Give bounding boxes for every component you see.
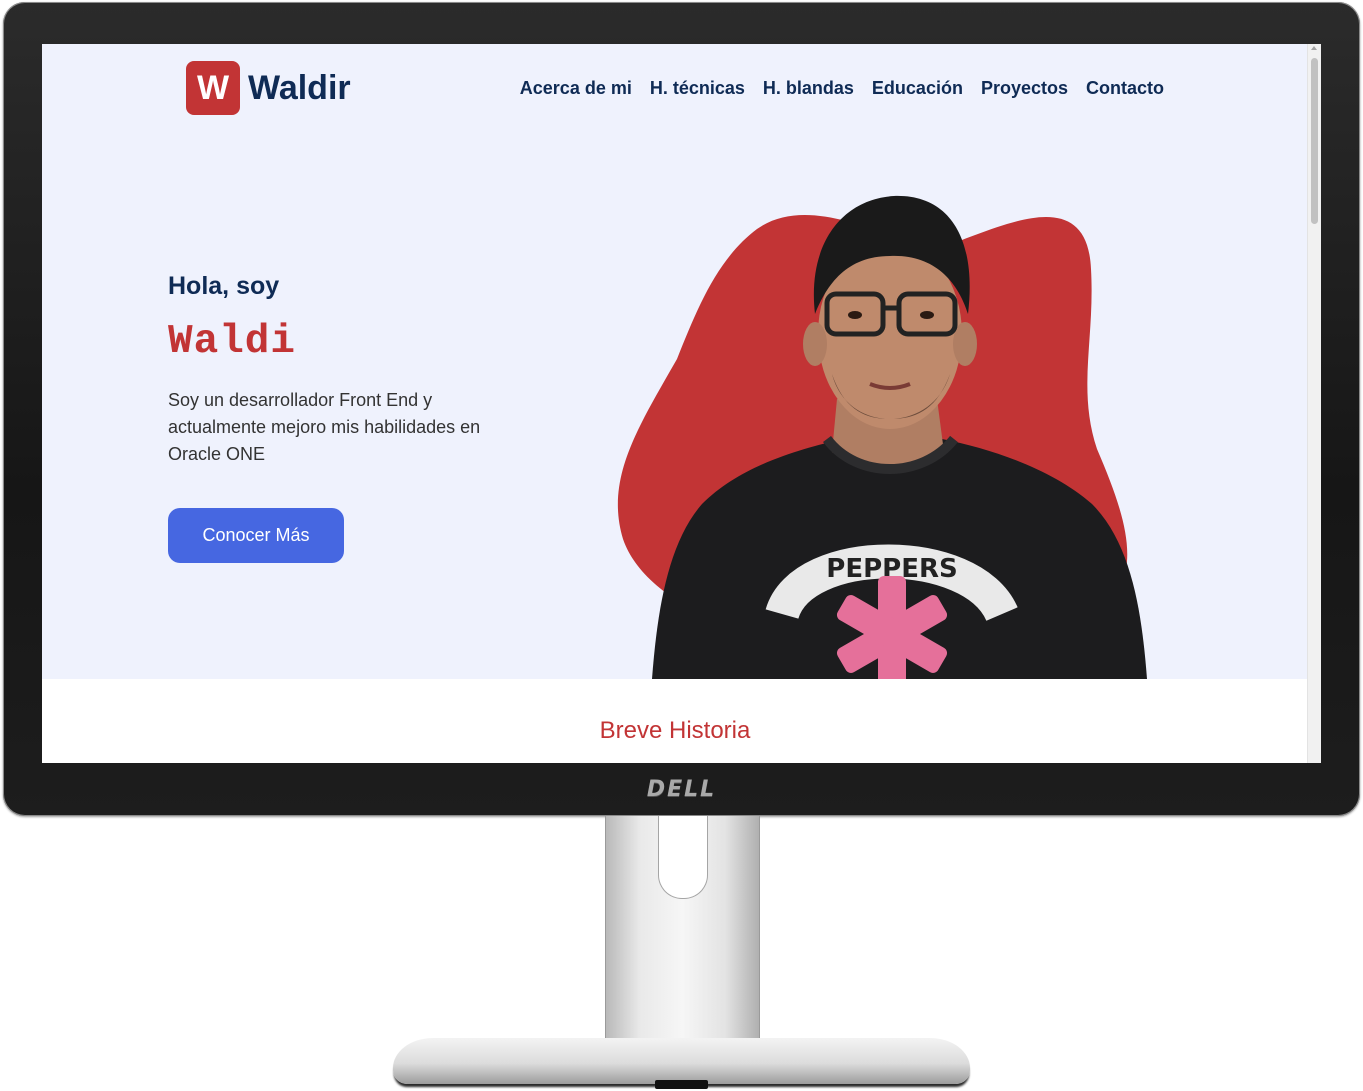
monitor-stand-neck [605,816,760,1044]
main-nav: Acerca de mi H. técnicas H. blandas Educ… [520,78,1164,99]
site-logo[interactable]: W Waldir [186,61,351,115]
nav-education[interactable]: Educación [872,78,963,99]
vertical-scrollbar[interactable] [1307,44,1321,763]
monitor-stand-base [393,1038,970,1084]
scrollbar-thumb[interactable] [1311,58,1318,224]
nav-hard-skills[interactable]: H. técnicas [650,78,745,99]
hero-greeting: Hola, soy [168,272,280,300]
nav-contact[interactable]: Contacto [1086,78,1164,99]
monitor-brand-logo: DELL [646,777,717,802]
history-section: Breve Historia [42,679,1308,763]
nav-about[interactable]: Acerca de mi [520,78,632,99]
hero-text: Hola, soy Waldi Soy un desarrollador Fro… [168,272,508,563]
nav-projects[interactable]: Proyectos [981,78,1068,99]
site-header: W Waldir Acerca de mi H. técnicas H. bla… [42,44,1308,134]
monitor-stand-foot [655,1080,708,1089]
scroll-up-arrow-icon[interactable] [1311,46,1317,50]
history-title: Breve Historia [599,717,751,744]
nav-soft-skills[interactable]: H. blandas [763,78,854,99]
hero-description: Soy un desarrollador Front End y actualm… [168,390,481,464]
logo-badge: W [186,61,240,115]
screen: W Waldir Acerca de mi H. técnicas H. bla… [42,44,1321,763]
hero-name: Waldi [168,319,297,365]
profile-photo: PEPPERS [652,195,1147,679]
monitor-stand-cable-hole [658,816,708,899]
logo-text: Waldir [248,68,351,107]
portfolio-page: W Waldir Acerca de mi H. técnicas H. bla… [42,44,1308,763]
learn-more-button[interactable]: Conocer Más [168,508,344,563]
